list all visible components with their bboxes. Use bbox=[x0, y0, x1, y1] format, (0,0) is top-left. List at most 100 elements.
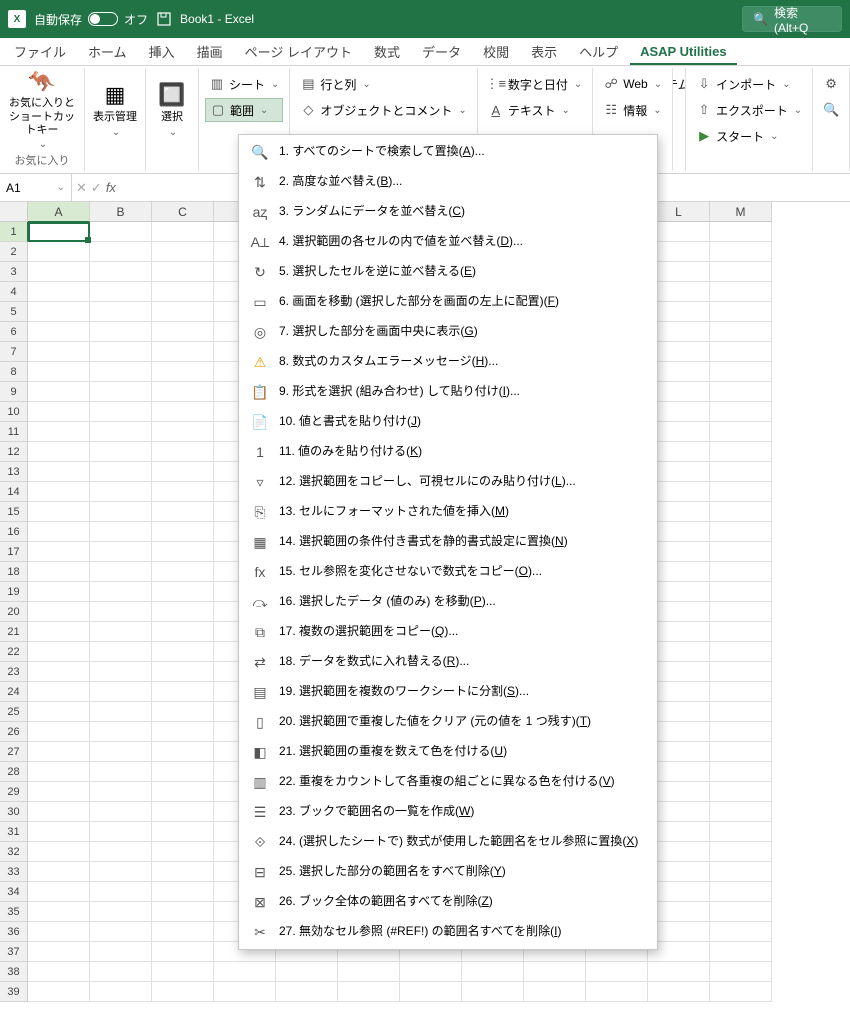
menu-item-14[interactable]: ▦14. 選択範囲の条件付き書式を静的書式設定に置換(N) bbox=[239, 527, 657, 557]
cell[interactable] bbox=[710, 242, 772, 262]
fx-icon[interactable]: fx bbox=[106, 180, 116, 195]
cell[interactable] bbox=[90, 762, 152, 782]
row-header[interactable]: 39 bbox=[0, 982, 28, 1002]
cell[interactable] bbox=[90, 682, 152, 702]
cell[interactable] bbox=[710, 682, 772, 702]
cell[interactable] bbox=[152, 342, 214, 362]
cell[interactable] bbox=[710, 342, 772, 362]
cell[interactable] bbox=[90, 822, 152, 842]
cell[interactable] bbox=[90, 782, 152, 802]
rowcol-button[interactable]: ▤行と列 bbox=[296, 72, 470, 96]
cell[interactable] bbox=[28, 682, 90, 702]
cell[interactable] bbox=[28, 622, 90, 642]
cell[interactable] bbox=[586, 982, 648, 1002]
cell[interactable] bbox=[152, 682, 214, 702]
save-icon[interactable] bbox=[156, 11, 172, 27]
cell[interactable] bbox=[276, 962, 338, 982]
cell[interactable] bbox=[90, 382, 152, 402]
row-header[interactable]: 28 bbox=[0, 762, 28, 782]
cell[interactable] bbox=[152, 322, 214, 342]
cell[interactable] bbox=[28, 362, 90, 382]
text-button[interactable]: Aテキスト bbox=[484, 98, 586, 122]
cell[interactable] bbox=[28, 982, 90, 1002]
cell[interactable] bbox=[152, 602, 214, 622]
cell[interactable] bbox=[152, 942, 214, 962]
row-header[interactable]: 18 bbox=[0, 562, 28, 582]
start-button[interactable]: ▶スタート bbox=[692, 124, 806, 148]
row-header[interactable]: 37 bbox=[0, 942, 28, 962]
cell[interactable] bbox=[710, 222, 772, 242]
cell[interactable] bbox=[90, 642, 152, 662]
menu-item-12[interactable]: ▿12. 選択範囲をコピーし、可視セルにのみ貼り付け(L)... bbox=[239, 467, 657, 497]
cell[interactable] bbox=[710, 582, 772, 602]
cell[interactable] bbox=[462, 982, 524, 1002]
tab-review[interactable]: 校閲 bbox=[473, 38, 519, 65]
object-comment-button[interactable]: ◇オブジェクトとコメント bbox=[296, 98, 470, 122]
cell[interactable] bbox=[400, 962, 462, 982]
cell[interactable] bbox=[524, 962, 586, 982]
cell[interactable] bbox=[152, 902, 214, 922]
cell[interactable] bbox=[214, 982, 276, 1002]
cell[interactable] bbox=[90, 302, 152, 322]
cell[interactable] bbox=[710, 502, 772, 522]
cell[interactable] bbox=[152, 262, 214, 282]
tab-layout[interactable]: ページ レイアウト bbox=[235, 38, 362, 65]
cell[interactable] bbox=[152, 562, 214, 582]
cell[interactable] bbox=[28, 822, 90, 842]
cell[interactable] bbox=[28, 422, 90, 442]
row-header[interactable]: 23 bbox=[0, 662, 28, 682]
cell[interactable] bbox=[28, 842, 90, 862]
row-header[interactable]: 32 bbox=[0, 842, 28, 862]
cell[interactable] bbox=[90, 462, 152, 482]
menu-item-5[interactable]: ↻5. 選択したセルを逆に並べ替える(E) bbox=[239, 257, 657, 287]
row-header[interactable]: 16 bbox=[0, 522, 28, 542]
cell[interactable] bbox=[152, 822, 214, 842]
cell[interactable] bbox=[710, 282, 772, 302]
cell[interactable] bbox=[152, 802, 214, 822]
cell[interactable] bbox=[90, 842, 152, 862]
tab-formulas[interactable]: 数式 bbox=[364, 38, 410, 65]
view-manager-button[interactable]: ▦ 表示管理 bbox=[91, 70, 139, 150]
cell[interactable] bbox=[90, 902, 152, 922]
cell[interactable] bbox=[28, 502, 90, 522]
sheet-button[interactable]: ▥シート bbox=[205, 72, 283, 96]
cell[interactable] bbox=[28, 542, 90, 562]
cell[interactable] bbox=[338, 982, 400, 1002]
cell[interactable] bbox=[28, 402, 90, 422]
cell[interactable] bbox=[152, 582, 214, 602]
cell[interactable] bbox=[152, 442, 214, 462]
cell[interactable] bbox=[90, 802, 152, 822]
cell[interactable] bbox=[90, 502, 152, 522]
cell[interactable] bbox=[28, 922, 90, 942]
cell[interactable] bbox=[710, 262, 772, 282]
cell[interactable] bbox=[28, 582, 90, 602]
cell[interactable] bbox=[524, 982, 586, 1002]
cell[interactable] bbox=[28, 242, 90, 262]
cell[interactable] bbox=[710, 902, 772, 922]
cell[interactable] bbox=[28, 262, 90, 282]
cell[interactable] bbox=[710, 402, 772, 422]
row-header[interactable]: 36 bbox=[0, 922, 28, 942]
cell[interactable] bbox=[90, 602, 152, 622]
cell[interactable] bbox=[28, 382, 90, 402]
cell[interactable] bbox=[90, 622, 152, 642]
cell[interactable] bbox=[710, 442, 772, 462]
menu-item-6[interactable]: ▭6. 画面を移動 (選択した部分を画面の左上に配置)(F) bbox=[239, 287, 657, 317]
row-header[interactable]: 22 bbox=[0, 642, 28, 662]
row-header[interactable]: 9 bbox=[0, 382, 28, 402]
cell[interactable] bbox=[648, 962, 710, 982]
menu-item-19[interactable]: ▤19. 選択範囲を複数のワークシートに分割(S)... bbox=[239, 677, 657, 707]
row-header[interactable]: 17 bbox=[0, 542, 28, 562]
name-box[interactable]: A1 ⌄ bbox=[0, 174, 72, 201]
cell[interactable] bbox=[152, 302, 214, 322]
cell[interactable] bbox=[90, 702, 152, 722]
cell[interactable] bbox=[710, 842, 772, 862]
row-header[interactable]: 29 bbox=[0, 782, 28, 802]
cell[interactable] bbox=[710, 362, 772, 382]
toggle-switch-icon[interactable] bbox=[88, 12, 118, 26]
cell[interactable] bbox=[90, 442, 152, 462]
cell[interactable] bbox=[90, 962, 152, 982]
row-header[interactable]: 13 bbox=[0, 462, 28, 482]
tab-insert[interactable]: 挿入 bbox=[139, 38, 185, 65]
row-header[interactable]: 1 bbox=[0, 222, 28, 242]
